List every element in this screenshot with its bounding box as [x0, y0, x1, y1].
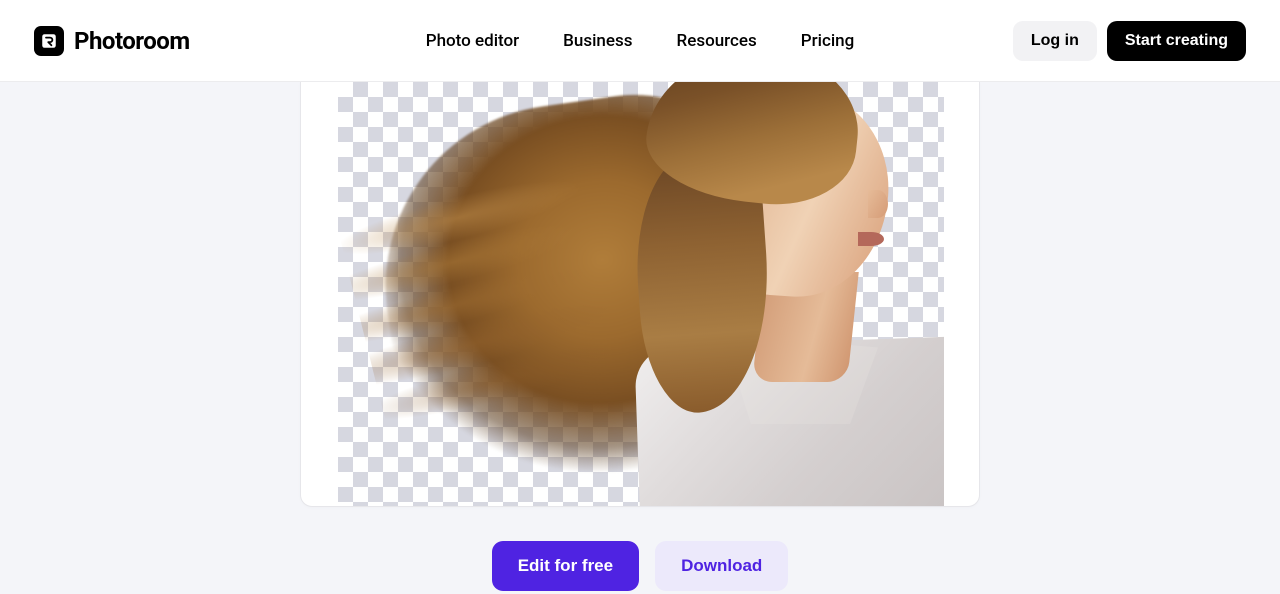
brand-name: Photoroom	[74, 27, 190, 55]
logo-mark-icon	[34, 26, 64, 56]
primary-nav: Photo editor Business Resources Pricing	[426, 31, 855, 51]
start-creating-button[interactable]: Start creating	[1107, 21, 1246, 61]
subject-cutout	[388, 82, 928, 506]
download-button[interactable]: Download	[655, 541, 788, 591]
nav-business[interactable]: Business	[563, 31, 632, 51]
nav-pricing[interactable]: Pricing	[801, 31, 855, 51]
nav-photo-editor[interactable]: Photo editor	[426, 31, 519, 51]
brand-logo[interactable]: Photoroom	[34, 26, 190, 56]
nav-resources[interactable]: Resources	[677, 31, 757, 51]
site-header: Photoroom Photo editor Business Resource…	[0, 0, 1280, 82]
editor-card	[300, 82, 980, 507]
image-canvas[interactable]	[338, 82, 944, 506]
login-button[interactable]: Log in	[1013, 21, 1097, 61]
editor-actions: Edit for free Download	[492, 541, 789, 591]
header-actions: Log in Start creating	[1013, 21, 1246, 61]
edit-for-free-button[interactable]: Edit for free	[492, 541, 639, 591]
main-content: Edit for free Download	[0, 82, 1280, 591]
